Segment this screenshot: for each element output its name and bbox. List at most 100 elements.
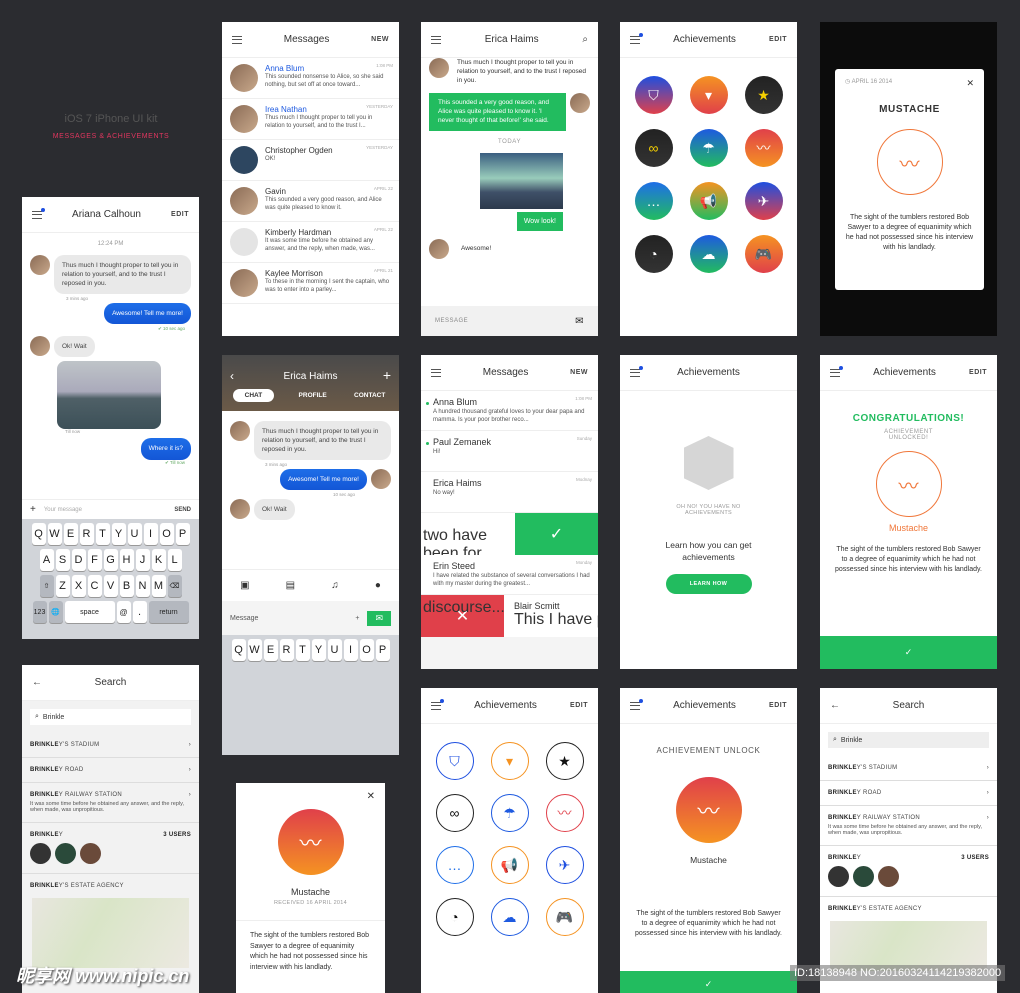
conversation-item[interactable]: Irea Nathan Thus much I thought proper to… [222, 99, 399, 140]
gauge-icon[interactable]: ◔ [435, 898, 474, 936]
search-result[interactable]: BRINKLEY RAILWAY STATION › It was some tim… [820, 806, 997, 846]
menu-icon[interactable] [830, 365, 843, 377]
key[interactable]: U [327, 639, 342, 661]
image-icon[interactable]: ▣ [240, 580, 249, 591]
umbrella-icon[interactable]: ☂ [689, 129, 728, 167]
mask-icon[interactable]: ∞ [435, 794, 474, 832]
conversation-item[interactable]: Anna Blum A hundred thousand grateful lov… [421, 391, 598, 432]
key[interactable]: Q [231, 639, 246, 661]
plus-icon[interactable]: + [30, 504, 36, 515]
send-icon[interactable]: ✉ [575, 316, 584, 327]
agency-result[interactable]: BRINKLEY'S ESTATE AGENCY [22, 874, 199, 898]
key[interactable]: K [151, 549, 166, 571]
message-input[interactable]: Message [230, 615, 347, 622]
key[interactable]: F [87, 549, 102, 571]
music-icon[interactable]: ♫ [331, 580, 339, 591]
conversation-item[interactable]: Kaylee Morrison To these in the morning I… [222, 263, 399, 304]
cloud-icon[interactable]: ☁ [490, 898, 529, 936]
key[interactable]: P [175, 523, 190, 545]
key[interactable]: A [39, 549, 54, 571]
key[interactable]: H [119, 549, 134, 571]
conversation-item[interactable]: Erica Haims No way! Modnay [421, 472, 598, 514]
tab-contact[interactable]: CONTACT [351, 389, 388, 402]
message-input[interactable]: MESSAGE [435, 318, 468, 324]
user-avatar[interactable] [30, 843, 51, 864]
key[interactable]: U [127, 523, 142, 545]
edit-button[interactable]: EDIT [769, 702, 787, 709]
numbers-key[interactable]: 123 [32, 601, 47, 623]
key[interactable]: W [47, 523, 62, 545]
close-icon[interactable]: ✕ [966, 78, 974, 89]
image-message[interactable] [57, 361, 161, 430]
user-avatar[interactable] [55, 843, 76, 864]
menu-icon[interactable] [431, 35, 441, 44]
mustache-icon[interactable]: 〰 [744, 129, 783, 167]
star-icon[interactable]: ★ [545, 742, 584, 780]
conversation-item[interactable]: Paul Zemanek Hi! Sunday [421, 431, 598, 473]
film-icon[interactable]: ▤ [286, 580, 295, 591]
users-result[interactable]: BRINKLEY 3 USERS [22, 823, 199, 874]
edit-button[interactable]: EDIT [570, 702, 588, 709]
edit-button[interactable]: EDIT [969, 369, 987, 376]
tab-chat[interactable]: CHAT [232, 389, 275, 402]
learn-how-button[interactable]: LEARN HOW [665, 573, 752, 594]
edit-button[interactable]: EDIT [171, 211, 189, 218]
menu-icon[interactable] [630, 698, 643, 710]
menu-icon[interactable] [32, 207, 45, 219]
star-icon[interactable]: ★ [744, 76, 783, 114]
new-message-button[interactable]: NEW [570, 369, 588, 376]
user-avatar[interactable] [80, 843, 101, 864]
period-key[interactable]: . [132, 601, 147, 623]
key[interactable]: D [71, 549, 86, 571]
search-result[interactable]: BRINKLEY ROAD › [820, 781, 997, 806]
key[interactable]: C [87, 575, 102, 597]
key[interactable]: E [263, 639, 278, 661]
key[interactable]: O [159, 523, 174, 545]
megaphone-icon[interactable]: 📢 [689, 182, 728, 220]
gamepad-icon[interactable]: 🎮 [545, 898, 584, 936]
key[interactable]: R [79, 523, 94, 545]
conversation-item[interactable]: Christopher Ogden OK! YESTERDAY [222, 140, 399, 181]
key[interactable]: N [135, 575, 150, 597]
search-result[interactable]: BRINKLEY'S STADIUM › [22, 733, 199, 758]
add-icon[interactable]: + [383, 367, 391, 383]
search-result[interactable]: BRINKLEY'S STADIUM › [820, 756, 997, 781]
conversation-item[interactable]: Erin Steed I have related the substance o… [421, 555, 598, 596]
chat-icon[interactable]: … [634, 182, 673, 220]
key[interactable]: J [135, 549, 150, 571]
confirm-swipe-button[interactable]: ✓ [515, 513, 598, 556]
key[interactable]: I [143, 523, 158, 545]
menu-icon[interactable] [630, 365, 643, 377]
search-result[interactable]: BRINKLEY ROAD › [22, 758, 199, 783]
key[interactable]: V [103, 575, 118, 597]
gauge-icon[interactable]: ◔ [634, 235, 673, 273]
confirm-button[interactable]: ✓ [820, 636, 997, 669]
back-arrow-icon[interactable]: ← [32, 677, 42, 688]
umbrella-icon[interactable]: ☂ [490, 794, 529, 832]
conversation-item[interactable]: Blair ScmittThis I have produced as a s … [504, 595, 598, 637]
megaphone-icon[interactable]: 📢 [490, 846, 529, 884]
key[interactable]: O [359, 639, 374, 661]
edit-button[interactable]: EDIT [769, 36, 787, 43]
key[interactable]: S [55, 549, 70, 571]
key[interactable]: Z [55, 575, 70, 597]
chat-icon[interactable]: … [435, 846, 474, 884]
tie-icon[interactable]: ▾ [490, 742, 529, 780]
cloud-icon[interactable]: ☁ [689, 235, 728, 273]
key[interactable]: Y [311, 639, 326, 661]
at-key[interactable]: @ [116, 601, 131, 623]
back-arrow-icon[interactable]: ← [830, 700, 840, 711]
gamepad-icon[interactable]: 🎮 [744, 235, 783, 273]
confirm-button[interactable]: ✓ [620, 971, 797, 993]
plane-icon[interactable]: ✈ [744, 182, 783, 220]
map[interactable] [830, 921, 987, 971]
shield-icon[interactable]: ⛉ [435, 742, 474, 780]
key[interactable]: Q [31, 523, 46, 545]
key[interactable]: T [95, 523, 110, 545]
image-message[interactable] [480, 152, 563, 209]
menu-icon[interactable] [630, 32, 643, 44]
shift-key[interactable]: ⇧ [39, 575, 54, 597]
back-icon[interactable]: ‹ [230, 369, 234, 383]
delete-key[interactable]: ⌫ [167, 575, 182, 597]
search-icon[interactable]: ⌕ [582, 34, 588, 45]
